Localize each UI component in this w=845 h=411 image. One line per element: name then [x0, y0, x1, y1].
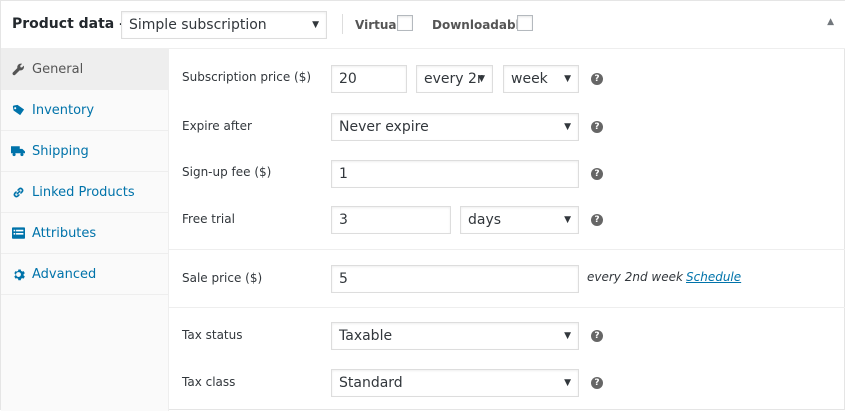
help-icon[interactable]: ?: [591, 214, 603, 226]
free-trial-period-value: days: [468, 212, 502, 228]
free-trial-period-select[interactable]: days ▼: [460, 206, 579, 234]
tag-icon: [11, 103, 25, 117]
chevron-down-icon: ▼: [564, 215, 571, 225]
downloadable-checkbox[interactable]: [517, 15, 533, 31]
signup-fee-value: 1: [339, 166, 348, 182]
virtual-checkbox[interactable]: [397, 15, 413, 31]
billing-period-select[interactable]: week ▼: [503, 65, 579, 93]
product-data-header: Product data — Simple subscription ▼ Vir…: [1, 1, 845, 49]
product-type-select[interactable]: Simple subscription ▼: [121, 11, 327, 39]
sale-price-input[interactable]: 5: [331, 265, 579, 293]
wrench-icon: [11, 62, 25, 76]
expire-after-select[interactable]: Never expire ▼: [331, 113, 579, 141]
free-trial-input[interactable]: 3: [331, 206, 451, 234]
billing-period-value: week: [511, 71, 548, 87]
signup-fee-input[interactable]: 1: [331, 160, 579, 188]
tab-attributes[interactable]: Attributes: [1, 213, 168, 254]
subscription-price-value: 20: [339, 71, 357, 87]
tab-general[interactable]: General: [1, 49, 168, 90]
tab-label: Attributes: [32, 226, 97, 241]
tab-label: Advanced: [32, 267, 97, 282]
sale-price-value: 5: [339, 271, 348, 287]
subscription-price-label: Subscription price ($): [182, 70, 312, 84]
schedule-link[interactable]: Schedule: [686, 270, 741, 284]
sale-price-period-description: every 2nd week: [587, 270, 683, 284]
product-data-tabs: General Inventory Shipping Linked Produc…: [1, 49, 169, 411]
help-icon[interactable]: ?: [591, 73, 603, 85]
tab-label: General: [32, 62, 84, 77]
help-icon[interactable]: ?: [591, 377, 603, 389]
help-icon[interactable]: ?: [591, 168, 603, 180]
tab-inventory[interactable]: Inventory: [1, 90, 168, 131]
tax-class-label: Tax class: [182, 375, 236, 389]
billing-interval-value: every 2r: [424, 71, 483, 87]
chevron-down-icon: ▼: [564, 74, 571, 84]
tax-class-value: Standard: [339, 375, 403, 391]
sale-price-label: Sale price ($): [182, 271, 263, 285]
help-icon[interactable]: ?: [591, 121, 603, 133]
chevron-down-icon: ▼: [564, 331, 571, 341]
tax-status-value: Taxable: [339, 328, 393, 344]
chevron-down-icon: ▼: [312, 20, 319, 30]
subscription-price-input[interactable]: 20: [331, 65, 407, 93]
general-tab-panel: Subscription price ($) 20 every 2r ▼ wee…: [169, 49, 845, 411]
tab-label: Shipping: [32, 144, 89, 159]
link-icon: [11, 185, 25, 199]
free-trial-label: Free trial: [182, 212, 235, 226]
product-data-panel: Product data — Simple subscription ▼ Vir…: [0, 0, 845, 411]
gear-icon: [11, 267, 25, 281]
tab-advanced[interactable]: Advanced: [1, 254, 168, 295]
tab-label: Inventory: [32, 103, 95, 118]
section-divider: [169, 249, 845, 250]
chevron-down-icon: ▼: [564, 378, 571, 388]
section-divider: [169, 307, 845, 308]
tab-label: Linked Products: [32, 185, 135, 200]
chevron-down-icon: ▼: [564, 122, 571, 132]
header-divider: [342, 14, 343, 34]
billing-interval-select[interactable]: every 2r ▼: [416, 65, 493, 93]
expire-after-label: Expire after: [182, 119, 252, 133]
free-trial-value: 3: [339, 212, 348, 228]
product-type-value: Simple subscription: [129, 17, 267, 33]
signup-fee-label: Sign-up fee ($): [182, 165, 272, 179]
panel-title: Product data —: [12, 16, 134, 32]
tab-linked-products[interactable]: Linked Products: [1, 172, 168, 213]
tab-shipping[interactable]: Shipping: [1, 131, 168, 172]
collapse-toggle-icon[interactable]: ▲: [827, 17, 834, 27]
expire-after-value: Never expire: [339, 119, 429, 135]
tax-status-label: Tax status: [182, 328, 243, 342]
list-icon: [11, 226, 25, 240]
truck-icon: [11, 144, 25, 158]
tax-class-select[interactable]: Standard ▼: [331, 369, 579, 397]
chevron-down-icon: ▼: [478, 74, 485, 84]
tax-status-select[interactable]: Taxable ▼: [331, 322, 579, 350]
help-icon[interactable]: ?: [591, 330, 603, 342]
